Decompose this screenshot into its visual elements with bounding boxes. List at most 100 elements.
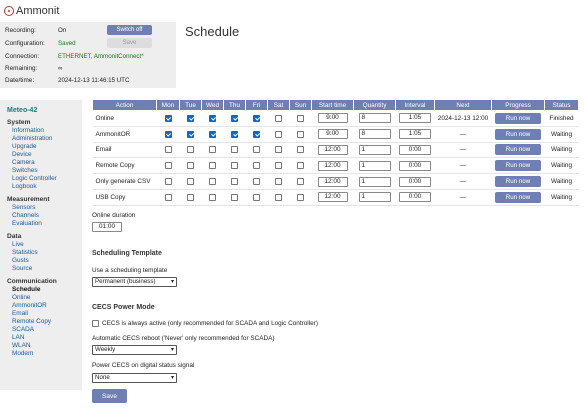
sidebar-item-switches[interactable]: Switches [7, 167, 57, 175]
day-checkbox-wed[interactable] [209, 146, 216, 154]
sidebar-item-statistics[interactable]: Statistics [7, 249, 57, 257]
start-time-input[interactable]: 12:00 [317, 176, 348, 187]
day-checkbox-tue[interactable] [187, 177, 194, 185]
day-checkbox-mon[interactable] [164, 177, 172, 185]
day-checkbox-thu[interactable] [231, 193, 238, 201]
save-config-button[interactable]: Save [107, 38, 152, 48]
day-checkbox-sun[interactable] [297, 193, 304, 201]
sidebar-item-camera[interactable]: Camera [7, 159, 57, 167]
sidebar-item-channels[interactable]: Channels [7, 212, 57, 220]
sidebar-item-gusts[interactable]: Gusts [7, 257, 57, 265]
sidebar-item-email[interactable]: Email [7, 310, 57, 318]
site-name[interactable]: Meteo-42 [7, 107, 37, 114]
day-checkbox-sat[interactable] [275, 193, 282, 201]
day-checkbox-fri[interactable] [253, 130, 260, 138]
day-checkbox-fri[interactable] [253, 162, 260, 170]
interval-input[interactable]: 0:00 [399, 192, 431, 203]
sidebar-item-lan[interactable]: LAN [7, 334, 57, 342]
day-checkbox-sat[interactable] [275, 114, 282, 122]
day-checkbox-tue[interactable] [187, 193, 194, 201]
run-now-button[interactable]: Run now [495, 191, 541, 203]
day-checkbox-sat[interactable] [275, 162, 282, 170]
interval-input[interactable]: 1:05 [399, 129, 431, 140]
day-checkbox-fri[interactable] [253, 193, 260, 201]
run-now-button[interactable]: Run now [495, 144, 541, 156]
sidebar-item-evaluation[interactable]: Evaluation [7, 220, 57, 228]
sidebar-item-scada[interactable]: SCADA [7, 326, 57, 334]
start-time-input[interactable]: 12:00 [317, 192, 348, 203]
start-time-input[interactable]: 12:00 [317, 160, 348, 171]
quantity-input[interactable]: 1 [358, 160, 391, 171]
quantity-input[interactable]: 1 [358, 176, 391, 187]
day-checkbox-sun[interactable] [297, 162, 304, 170]
day-checkbox-thu[interactable] [231, 177, 238, 185]
day-checkbox-thu[interactable] [231, 146, 238, 154]
sidebar-item-sensors[interactable]: Sensors [7, 204, 57, 212]
sidebar-item-device[interactable]: Device [7, 151, 57, 159]
switch-off-button[interactable]: Switch off [107, 25, 152, 35]
day-checkbox-mon[interactable] [164, 114, 172, 122]
cecs-power-select[interactable]: None ▾ [92, 373, 177, 383]
day-checkbox-tue[interactable] [187, 162, 194, 170]
day-checkbox-wed[interactable] [209, 193, 216, 201]
day-checkbox-sun[interactable] [297, 114, 304, 122]
day-checkbox-tue[interactable] [187, 130, 194, 138]
start-time-input[interactable]: 9:00 [317, 129, 348, 140]
day-checkbox-mon[interactable] [164, 162, 172, 170]
sidebar-item-modem[interactable]: Modem [7, 350, 57, 358]
col-header-start-time: Start time [311, 99, 354, 111]
day-checkbox-fri[interactable] [253, 146, 260, 154]
quantity-input[interactable]: 1 [358, 144, 391, 155]
day-checkbox-sun[interactable] [297, 177, 304, 185]
sidebar-item-administration[interactable]: Administration [7, 135, 57, 143]
day-checkbox-wed[interactable] [209, 130, 216, 138]
day-checkbox-sat[interactable] [275, 130, 282, 138]
run-now-button[interactable]: Run now [495, 128, 541, 140]
day-checkbox-wed[interactable] [209, 114, 216, 122]
day-checkbox-wed[interactable] [209, 177, 216, 185]
day-checkbox-mon[interactable] [164, 130, 172, 138]
sidebar-item-information[interactable]: Information [7, 127, 57, 135]
save-button[interactable]: Save [92, 389, 127, 403]
sidebar-item-live[interactable]: Live [7, 241, 57, 249]
sidebar-item-wlan[interactable]: WLAN [7, 342, 57, 350]
sidebar-item-upgrade[interactable]: Upgrade [7, 143, 57, 151]
quantity-input[interactable]: 1 [358, 192, 391, 203]
quantity-input[interactable]: 8 [358, 129, 391, 140]
start-time-input[interactable]: 9:00 [317, 113, 348, 124]
day-checkbox-tue[interactable] [187, 146, 194, 154]
day-checkbox-fri[interactable] [253, 114, 260, 122]
scheduling-template-select[interactable]: Permanent (business) ▾ [92, 277, 177, 287]
quantity-input[interactable]: 8 [358, 113, 391, 124]
day-checkbox-mon[interactable] [164, 193, 172, 201]
sidebar-item-ammonitor[interactable]: AmmonitOR [7, 302, 57, 310]
cecs-always-active-checkbox[interactable] [92, 320, 99, 327]
cecs-reboot-select[interactable]: Weekly ▾ [92, 345, 177, 355]
sidebar-item-remote-copy[interactable]: Remote Copy [7, 318, 57, 326]
day-checkbox-sat[interactable] [275, 177, 282, 185]
day-checkbox-thu[interactable] [231, 130, 238, 138]
day-checkbox-tue[interactable] [187, 114, 194, 122]
interval-input[interactable]: 0:00 [399, 144, 431, 155]
online-duration-input[interactable]: 01:00 [92, 222, 122, 232]
sidebar-item-logbook[interactable]: Logbook [7, 183, 57, 191]
day-checkbox-sun[interactable] [297, 130, 304, 138]
day-checkbox-sat[interactable] [275, 146, 282, 154]
sidebar-item-logic-controller[interactable]: Logic Controller [7, 175, 57, 183]
interval-input[interactable]: 1:05 [399, 113, 431, 124]
day-checkbox-wed[interactable] [209, 162, 216, 170]
run-now-button[interactable]: Run now [495, 112, 541, 124]
start-time-input[interactable]: 12:00 [317, 144, 348, 155]
day-checkbox-mon[interactable] [164, 146, 172, 154]
sidebar-item-source[interactable]: Source [7, 265, 57, 273]
day-checkbox-thu[interactable] [231, 114, 238, 122]
run-now-button[interactable]: Run now [495, 160, 541, 172]
day-checkbox-fri[interactable] [253, 177, 260, 185]
run-now-button[interactable]: Run now [495, 176, 541, 188]
interval-input[interactable]: 0:00 [399, 160, 431, 171]
day-checkbox-thu[interactable] [231, 162, 238, 170]
sidebar-item-online[interactable]: Online [7, 294, 57, 302]
interval-input[interactable]: 0:00 [399, 176, 431, 187]
day-checkbox-sun[interactable] [297, 146, 304, 154]
sidebar-item-schedule[interactable]: Schedule [7, 286, 57, 294]
